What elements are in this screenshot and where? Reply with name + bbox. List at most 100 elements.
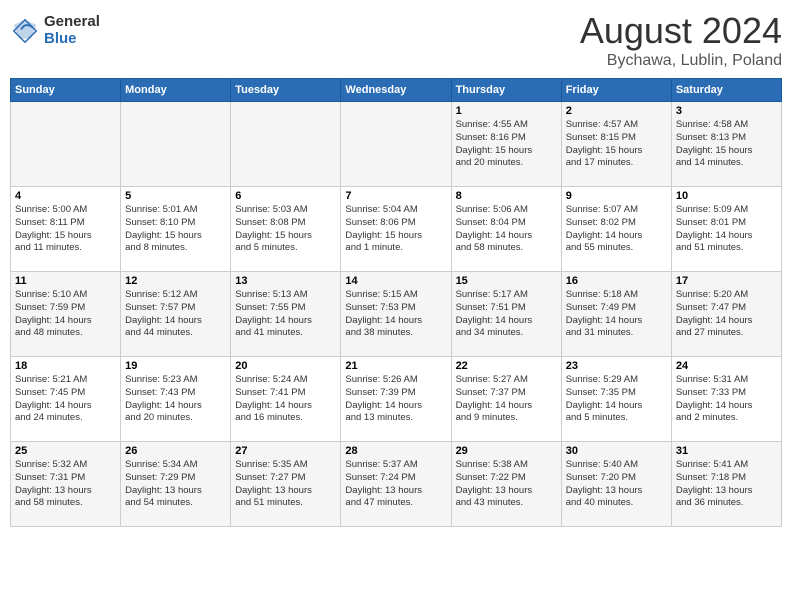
day-info: Sunrise: 5:38 AM Sunset: 7:22 PM Dayligh…: [456, 459, 557, 510]
calendar-cell: [11, 102, 121, 187]
calendar-cell: 3Sunrise: 4:58 AM Sunset: 8:13 PM Daylig…: [671, 102, 781, 187]
calendar-cell: [341, 102, 451, 187]
day-info: Sunrise: 4:57 AM Sunset: 8:15 PM Dayligh…: [566, 119, 667, 170]
calendar-cell: 28 Sunrise: 5:37 AM Sunset: 7:24 PM Dayli…: [341, 442, 451, 527]
calendar-cell: 20 Sunrise: 5:24 AM Sunset: 7:41 PM Dayli…: [231, 357, 341, 442]
calendar-cell: 14 Sunrise: 5:15 AM Sunset: 7:53 PM Dayli…: [341, 272, 451, 357]
day-info: Sunrise: 5:23 AM Sunset: 7:43 PM Dayligh…: [125, 374, 226, 425]
calendar-cell: 27Sunrise: 5:35 AM Sunset: 7:27 PM Dayli…: [231, 442, 341, 527]
day-info: Sunrise: 5:35 AM Sunset: 7:27 PM Dayligh…: [235, 459, 336, 510]
day-number: 29: [456, 445, 557, 457]
calendar-cell: 4Sunrise: 5:00 AM Sunset: 8:11 PM Daylig…: [11, 187, 121, 272]
day-number: 9: [566, 190, 667, 202]
calendar-week-3: 11 Sunrise: 5:10 AM Sunset: 7:59 PM Dayli…: [11, 272, 782, 357]
calendar-cell: 31 Sunrise: 5:41 AM Sunset: 7:18 PM Dayli…: [671, 442, 781, 527]
calendar-cell: 17Sunrise: 5:20 AM Sunset: 7:47 PM Dayli…: [671, 272, 781, 357]
page-header: General Blue August 2024 Bychawa, Lublin…: [10, 10, 782, 70]
day-number: 26: [125, 445, 226, 457]
day-info: Sunrise: 4:55 AM Sunset: 8:16 PM Dayligh…: [456, 119, 557, 170]
day-number: 28: [345, 445, 446, 457]
logo-general: General: [44, 14, 100, 31]
day-info: Sunrise: 5:24 AM Sunset: 7:41 PM Dayligh…: [235, 374, 336, 425]
day-number: 24: [676, 360, 777, 372]
logo-blue: Blue: [44, 31, 100, 48]
day-number: 6: [235, 190, 336, 202]
day-info: Sunrise: 5:06 AM Sunset: 8:04 PM Dayligh…: [456, 204, 557, 255]
day-number: 19: [125, 360, 226, 372]
day-number: 30: [566, 445, 667, 457]
calendar-cell: 8 Sunrise: 5:06 AM Sunset: 8:04 PM Daylig…: [451, 187, 561, 272]
logo-icon: [10, 16, 40, 46]
calendar-cell: 18 Sunrise: 5:21 AM Sunset: 7:45 PM Dayli…: [11, 357, 121, 442]
day-number: 13: [235, 275, 336, 287]
calendar-cell: 9Sunrise: 5:07 AM Sunset: 8:02 PM Daylig…: [561, 187, 671, 272]
calendar-week-2: 4Sunrise: 5:00 AM Sunset: 8:11 PM Daylig…: [11, 187, 782, 272]
calendar-cell: 26 Sunrise: 5:34 AM Sunset: 7:29 PM Dayli…: [121, 442, 231, 527]
day-info: Sunrise: 5:09 AM Sunset: 8:01 PM Dayligh…: [676, 204, 777, 255]
location-title: Bychawa, Lublin, Poland: [580, 52, 782, 70]
day-number: 7: [345, 190, 446, 202]
calendar-week-4: 18 Sunrise: 5:21 AM Sunset: 7:45 PM Dayli…: [11, 357, 782, 442]
day-info: Sunrise: 5:34 AM Sunset: 7:29 PM Dayligh…: [125, 459, 226, 510]
day-number: 23: [566, 360, 667, 372]
day-info: Sunrise: 5:37 AM Sunset: 7:24 PM Dayligh…: [345, 459, 446, 510]
calendar-cell: 21 Sunrise: 5:26 AM Sunset: 7:39 PM Dayli…: [341, 357, 451, 442]
calendar-cell: 16 Sunrise: 5:18 AM Sunset: 7:49 PM Dayli…: [561, 272, 671, 357]
day-number: 16: [566, 275, 667, 287]
calendar-week-1: 1 Sunrise: 4:55 AM Sunset: 8:16 PM Daylig…: [11, 102, 782, 187]
calendar-cell: 7 Sunrise: 5:04 AM Sunset: 8:06 PM Daylig…: [341, 187, 451, 272]
day-info: Sunrise: 5:21 AM Sunset: 7:45 PM Dayligh…: [15, 374, 116, 425]
calendar-cell: 2Sunrise: 4:57 AM Sunset: 8:15 PM Daylig…: [561, 102, 671, 187]
calendar-cell: 12Sunrise: 5:12 AM Sunset: 7:57 PM Dayli…: [121, 272, 231, 357]
calendar-week-5: 25Sunrise: 5:32 AM Sunset: 7:31 PM Dayli…: [11, 442, 782, 527]
day-info: Sunrise: 5:18 AM Sunset: 7:49 PM Dayligh…: [566, 289, 667, 340]
month-title: August 2024: [580, 10, 782, 52]
day-info: Sunrise: 5:01 AM Sunset: 8:10 PM Dayligh…: [125, 204, 226, 255]
logo: General Blue: [10, 14, 100, 47]
day-number: 31: [676, 445, 777, 457]
header-friday: Friday: [561, 79, 671, 102]
day-number: 18: [15, 360, 116, 372]
calendar-cell: 30 Sunrise: 5:40 AM Sunset: 7:20 PM Dayli…: [561, 442, 671, 527]
day-number: 8: [456, 190, 557, 202]
day-info: Sunrise: 5:17 AM Sunset: 7:51 PM Dayligh…: [456, 289, 557, 340]
day-info: Sunrise: 5:26 AM Sunset: 7:39 PM Dayligh…: [345, 374, 446, 425]
calendar-cell: 13 Sunrise: 5:13 AM Sunset: 7:55 PM Dayli…: [231, 272, 341, 357]
day-number: 4: [15, 190, 116, 202]
day-number: 12: [125, 275, 226, 287]
calendar-cell: 1 Sunrise: 4:55 AM Sunset: 8:16 PM Daylig…: [451, 102, 561, 187]
day-number: 5: [125, 190, 226, 202]
calendar-cell: 11 Sunrise: 5:10 AM Sunset: 7:59 PM Dayli…: [11, 272, 121, 357]
day-number: 3: [676, 105, 777, 117]
calendar-cell: 23Sunrise: 5:29 AM Sunset: 7:35 PM Dayli…: [561, 357, 671, 442]
day-info: Sunrise: 5:40 AM Sunset: 7:20 PM Dayligh…: [566, 459, 667, 510]
day-number: 20: [235, 360, 336, 372]
title-block: August 2024 Bychawa, Lublin, Poland: [580, 10, 782, 70]
day-number: 1: [456, 105, 557, 117]
calendar-cell: [231, 102, 341, 187]
calendar-cell: 5 Sunrise: 5:01 AM Sunset: 8:10 PM Daylig…: [121, 187, 231, 272]
day-info: Sunrise: 5:41 AM Sunset: 7:18 PM Dayligh…: [676, 459, 777, 510]
day-number: 17: [676, 275, 777, 287]
calendar-cell: [121, 102, 231, 187]
day-info: Sunrise: 5:13 AM Sunset: 7:55 PM Dayligh…: [235, 289, 336, 340]
day-info: Sunrise: 5:10 AM Sunset: 7:59 PM Dayligh…: [15, 289, 116, 340]
day-number: 14: [345, 275, 446, 287]
calendar-cell: 25Sunrise: 5:32 AM Sunset: 7:31 PM Dayli…: [11, 442, 121, 527]
calendar-table: SundayMondayTuesdayWednesdayThursdayFrid…: [10, 78, 782, 527]
header-wednesday: Wednesday: [341, 79, 451, 102]
day-info: Sunrise: 5:15 AM Sunset: 7:53 PM Dayligh…: [345, 289, 446, 340]
day-info: Sunrise: 5:27 AM Sunset: 7:37 PM Dayligh…: [456, 374, 557, 425]
calendar-cell: 19 Sunrise: 5:23 AM Sunset: 7:43 PM Dayli…: [121, 357, 231, 442]
day-info: Sunrise: 5:31 AM Sunset: 7:33 PM Dayligh…: [676, 374, 777, 425]
day-info: Sunrise: 5:04 AM Sunset: 8:06 PM Dayligh…: [345, 204, 446, 255]
day-number: 21: [345, 360, 446, 372]
calendar-cell: 15Sunrise: 5:17 AM Sunset: 7:51 PM Dayli…: [451, 272, 561, 357]
logo-text: General Blue: [44, 14, 100, 47]
day-number: 11: [15, 275, 116, 287]
header-thursday: Thursday: [451, 79, 561, 102]
header-sunday: Sunday: [11, 79, 121, 102]
day-number: 25: [15, 445, 116, 457]
calendar-header-row: SundayMondayTuesdayWednesdayThursdayFrid…: [11, 79, 782, 102]
day-number: 10: [676, 190, 777, 202]
